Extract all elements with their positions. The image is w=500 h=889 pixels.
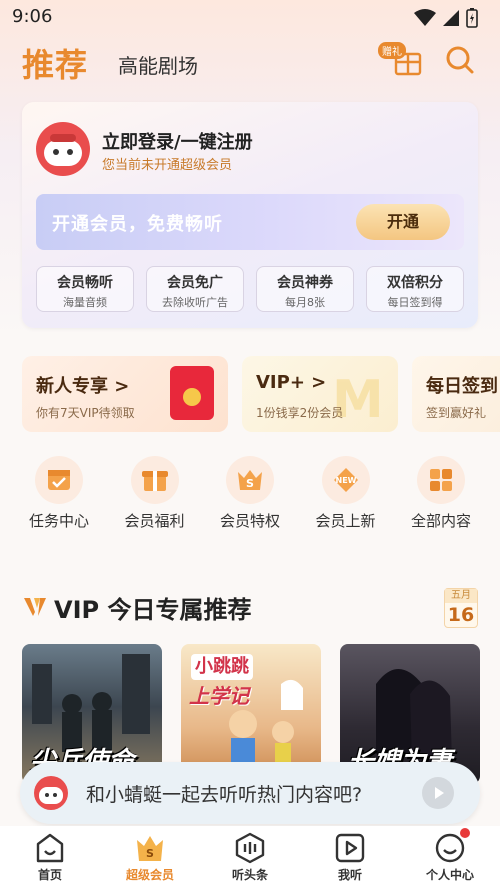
perk-subtitle: 每月8张 [285, 296, 325, 309]
promo-subtitle: 你有7天VIP待领取 [36, 406, 135, 420]
open-membership-button[interactable]: 开通 [356, 204, 450, 240]
quick-item-task-center[interactable]: 任务中心 [22, 456, 96, 536]
avatar[interactable] [36, 122, 90, 176]
notification-dot [460, 828, 470, 838]
signal-icon [443, 10, 459, 26]
gift-tag: 赠礼 [378, 42, 406, 59]
vip-m-decoration-icon: M [332, 370, 384, 430]
perk-title: 双倍积分 [387, 275, 443, 291]
nav-headlines[interactable]: 听头条 [200, 826, 300, 889]
cover-title: 上学记 [189, 684, 249, 708]
perk-title: 会员神券 [277, 275, 333, 291]
nav-label: 首页 [37, 868, 62, 882]
battery-icon [466, 8, 478, 28]
perk-subtitle: 海量音频 [63, 296, 107, 309]
date-month: 五月 [445, 589, 477, 603]
tab-theater[interactable]: 高能剧场 [118, 50, 198, 79]
play-icon [335, 833, 365, 863]
status-time: 9:06 [12, 6, 53, 27]
quick-item-member-welfare[interactable]: 会员福利 [118, 456, 192, 536]
date-day: 16 [447, 604, 475, 626]
search-icon [446, 46, 474, 74]
section-title: VIP 今日专属推荐 [54, 596, 252, 624]
status-icons [414, 8, 478, 28]
headline-icon [235, 832, 265, 864]
promo-subtitle: 签到赢好礼 [426, 406, 487, 420]
perk-title: 会员畅听 [57, 275, 113, 291]
vip-icon: S [137, 836, 163, 861]
promo-daily-checkin[interactable]: 每日签到 签到赢好礼 [412, 356, 500, 432]
status-bar: 9:06 [0, 0, 500, 34]
promo-vip-plus[interactable]: M VIP+ > 1份钱享2份会员 [242, 356, 398, 432]
play-icon [435, 787, 444, 799]
quick-label: 会员上新 [315, 512, 376, 530]
gift-button[interactable]: 赠礼 [378, 42, 424, 78]
quick-item-all-content[interactable]: 全部内容 [404, 456, 478, 536]
promo-newcomer[interactable]: 新人专享 > 你有7天VIP待领取 [22, 356, 228, 432]
wifi-icon [414, 9, 436, 26]
svg-text:NEW: NEW [335, 476, 356, 485]
quick-label: 全部内容 [410, 512, 471, 530]
vip-recommend-section-header: VIP 今日专属推荐 五月 16 [22, 588, 482, 628]
top-header: 推荐 高能剧场 赠礼 [0, 38, 500, 88]
open-membership-bar[interactable]: 开通会员，免费畅听 开通 [36, 194, 464, 250]
svg-text:S: S [146, 847, 154, 860]
calendar-check-icon [35, 456, 83, 504]
promo-subtitle: 1份钱享2份会员 [256, 406, 344, 420]
perk-item[interactable]: 双倍积分 每日签到得 [366, 266, 464, 312]
quick-entry-row: 任务中心 会员福利 S 会员特权 NEW 会员上新 全部内容 [22, 456, 478, 536]
dragonfly-mascot-icon [34, 776, 68, 810]
grid-icon [417, 456, 465, 504]
tab-recommend[interactable]: 推荐 [22, 40, 88, 86]
vip-crown-icon: S [226, 456, 274, 504]
vip-logo-icon [24, 598, 46, 616]
listen-prompt-bar[interactable]: 和小蜻蜓一起去听听热门内容吧? [20, 762, 480, 824]
perk-subtitle: 去除收听广告 [162, 296, 228, 309]
perk-list: 会员畅听 海量音频 会员免广 去除收听广告 会员神券 每月8张 双倍积分 每日签… [36, 266, 464, 314]
quick-label: 会员特权 [219, 512, 280, 530]
member-card: 立即登录/一键注册 您当前未开通超级会员 开通会员，免费畅听 开通 会员畅听 海… [22, 102, 478, 328]
nav-label: 我听 [337, 868, 362, 882]
perk-subtitle: 每日签到得 [387, 296, 443, 309]
promo-title: VIP+ > [256, 372, 327, 393]
perk-title: 会员免广 [167, 275, 223, 291]
promo-title: 每日签到 [426, 376, 498, 397]
login-subtitle: 您当前未开通超级会员 [102, 158, 233, 173]
quick-item-member-privilege[interactable]: S 会员特权 [213, 456, 287, 536]
dragonfly-mascot-icon [44, 134, 82, 166]
bottom-navigation: 首页 S 超级会员 听头条 我听 个人中心 [0, 826, 500, 889]
play-button[interactable] [422, 777, 454, 809]
date-badge: 五月 16 [444, 588, 478, 628]
promo-title: 新人专享 > [36, 376, 130, 397]
nav-label: 个人中心 [425, 868, 474, 882]
nav-my-listen[interactable]: 我听 [300, 826, 400, 889]
nav-label: 超级会员 [125, 868, 174, 882]
home-icon [36, 833, 64, 863]
nav-profile[interactable]: 个人中心 [400, 826, 500, 889]
red-packet-icon [170, 366, 214, 420]
open-membership-text: 开通会员，免费畅听 [52, 214, 223, 235]
gift-icon [130, 456, 179, 504]
nav-home[interactable]: 首页 [0, 826, 100, 889]
perk-item[interactable]: 会员神券 每月8张 [256, 266, 354, 312]
quick-item-member-new[interactable]: NEW 会员上新 [309, 456, 383, 536]
prompt-text: 和小蜻蜓一起去听听热门内容吧? [86, 784, 363, 806]
quick-label: 会员福利 [124, 512, 185, 530]
quick-label: 任务中心 [28, 512, 89, 530]
nav-super-member[interactable]: S 超级会员 [100, 826, 200, 889]
search-button[interactable] [444, 44, 476, 76]
login-title[interactable]: 立即登录/一键注册 [102, 128, 253, 154]
new-badge-icon: NEW [321, 456, 370, 504]
nav-label: 听头条 [231, 868, 268, 882]
perk-item[interactable]: 会员畅听 海量音频 [36, 266, 134, 312]
perk-item[interactable]: 会员免广 去除收听广告 [146, 266, 244, 312]
svg-text:S: S [246, 477, 254, 490]
